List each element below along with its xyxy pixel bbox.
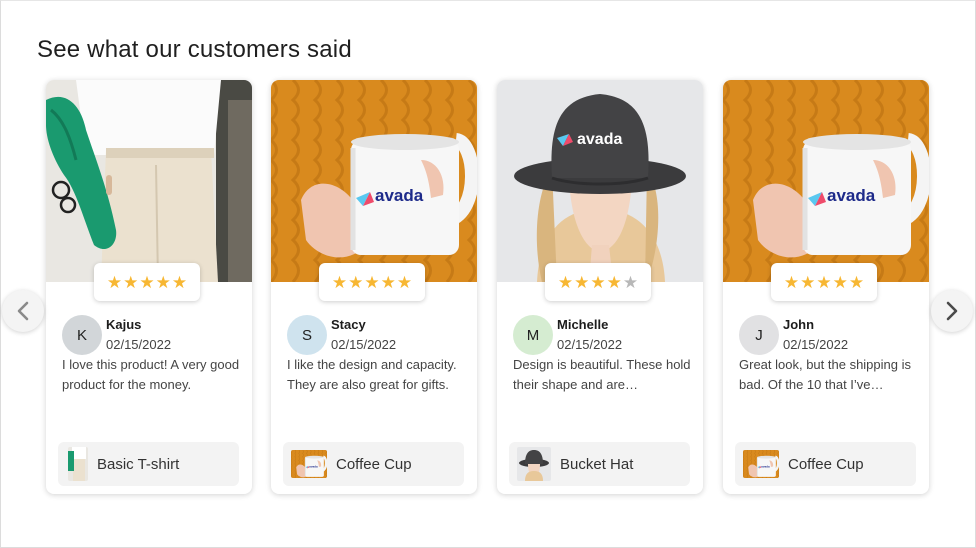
product-thumbnail: avada (743, 450, 779, 478)
avatar: M (513, 315, 553, 355)
review-card[interactable]: avada ★ ★ ★ ★ ★ M Michelle 02/15/2022 Design… (497, 80, 703, 494)
product-thumbnail (68, 447, 88, 481)
reviewer-name: Stacy (331, 317, 366, 332)
review-date: 02/15/2022 (106, 337, 172, 352)
star-rating: ★ ★ ★ ★ ★ (94, 263, 200, 301)
product-thumbnail (517, 447, 551, 481)
svg-text:avada: avada (375, 186, 424, 205)
star-icon: ★ (622, 272, 639, 292)
review-card[interactable]: avada ★ ★ ★ ★ ★ J John 02/15/2022 Great look… (723, 80, 929, 494)
section-title: See what our customers said (37, 36, 352, 63)
star-rating: ★ ★ ★ ★ ★ (319, 263, 425, 301)
avatar: K (62, 315, 102, 355)
review-card[interactable]: avada ★ ★ ★ ★ ★ S Stacy 02/15/2022 I like th… (271, 80, 477, 494)
star-icon: ★ (816, 272, 832, 292)
star-icon: ★ (123, 272, 139, 292)
review-photo[interactable]: avada (271, 80, 477, 282)
chevron-right-icon (946, 301, 958, 321)
svg-text:avada: avada (309, 464, 318, 468)
avatar: S (287, 315, 327, 355)
prev-button[interactable] (2, 290, 44, 332)
star-icon: ★ (380, 272, 396, 292)
avatar-initial: J (755, 326, 763, 344)
product-name: Bucket Hat (560, 455, 634, 473)
review-photo[interactable]: avada (497, 80, 703, 282)
star-icon: ★ (590, 272, 606, 292)
logo-text: avada (577, 131, 622, 148)
reviewer-name: Michelle (557, 317, 609, 332)
avatar-initial: K (76, 326, 87, 344)
review-text: I like the design and capacity. They are… (287, 357, 457, 392)
svg-text:avada: avada (827, 186, 876, 205)
review-text: Design is beautiful. These hold their sh… (513, 357, 691, 392)
star-icon: ★ (557, 272, 574, 292)
star-icon: ★ (574, 272, 590, 292)
product-thumbnail: avada (291, 450, 327, 478)
avatar: J (739, 315, 779, 355)
product-link[interactable]: Basic T-shirt (58, 442, 239, 486)
product-name: Coffee Cup (336, 455, 412, 473)
review-text: I love this product! A very good product… (62, 357, 240, 392)
star-icon: ★ (396, 272, 413, 292)
star-icon: ★ (364, 272, 380, 292)
product-link[interactable]: avada Coffee Cup (735, 442, 916, 486)
star-icon: ★ (155, 272, 171, 292)
star-icon: ★ (331, 272, 348, 292)
review-date: 02/15/2022 (331, 337, 397, 352)
review-text: Great look, but the shipping is bad. Of … (739, 357, 911, 392)
review-date: 02/15/2022 (557, 337, 623, 352)
product-name: Basic T-shirt (97, 455, 180, 473)
review-photo[interactable]: avada (723, 80, 929, 282)
star-icon: ★ (171, 272, 188, 292)
star-icon: ★ (783, 272, 800, 292)
star-icon: ★ (800, 272, 816, 292)
star-icon: ★ (348, 272, 364, 292)
reviewer-name: Kajus (106, 317, 142, 332)
chevron-left-icon (17, 301, 29, 321)
review-photo[interactable] (46, 80, 252, 282)
product-name: Coffee Cup (788, 455, 864, 473)
star-rating: ★ ★ ★ ★ ★ (771, 263, 877, 301)
star-icon: ★ (848, 272, 865, 292)
product-link[interactable]: avada Coffee Cup (283, 442, 464, 486)
review-date: 02/15/2022 (783, 337, 849, 352)
star-rating: ★ ★ ★ ★ ★ (545, 263, 651, 301)
star-icon: ★ (139, 272, 155, 292)
review-card[interactable]: ★ ★ ★ ★ ★ K Kajus 02/15/2022 I love this pro… (46, 80, 252, 494)
star-icon: ★ (606, 272, 622, 292)
product-link[interactable]: Bucket Hat (509, 442, 690, 486)
avatar-initial: S (301, 326, 312, 344)
avatar-initial: M (526, 326, 540, 344)
svg-text:avada: avada (761, 464, 770, 468)
next-button[interactable] (931, 290, 973, 332)
star-icon: ★ (106, 272, 123, 292)
star-icon: ★ (832, 272, 848, 292)
reviewer-name: John (783, 317, 815, 332)
